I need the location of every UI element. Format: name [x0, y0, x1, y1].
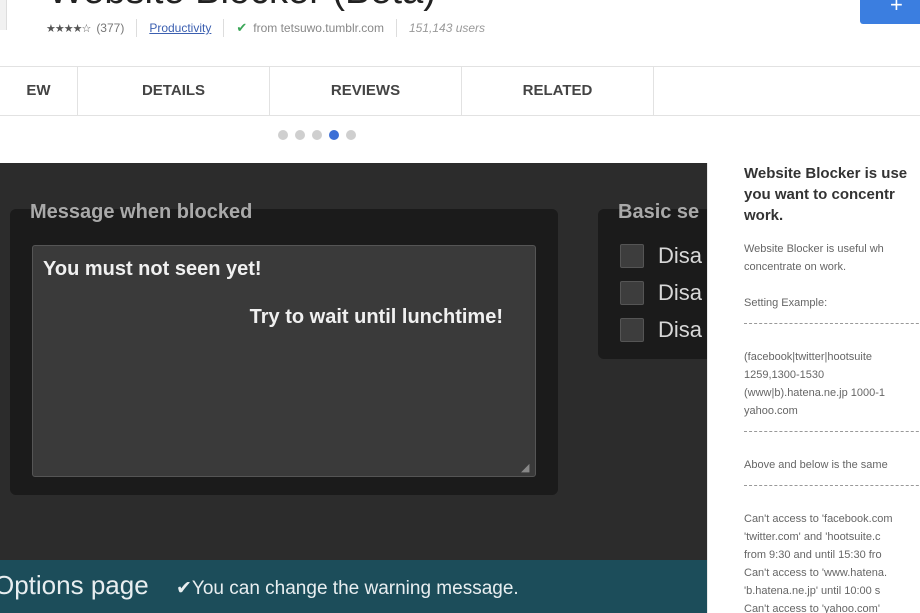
option-label: Disa — [658, 243, 703, 268]
dashed-divider — [744, 485, 920, 486]
header: Website Blocker (Beta) ★★★★☆ (377) Produ… — [0, 0, 920, 66]
extension-screenshot: Message when blocked You must not seen y… — [0, 163, 707, 613]
caption-message: ✔You can change the warning message. — [176, 578, 519, 599]
extension-meta: ★★★★☆ (377) Productivity ✔ from tetsuwo.… — [46, 19, 485, 37]
carousel-dot[interactable] — [278, 130, 288, 140]
meta-divider — [395, 19, 397, 37]
example-line: (www|b).hatena.ne.jp 1000-1 — [744, 387, 886, 399]
description-heading: work. — [744, 207, 784, 224]
rating-stars: ★★★★☆ — [46, 22, 91, 35]
verified-check-icon: ✔ — [236, 20, 248, 35]
caption-bar: Options page ✔You can change the warning… — [0, 560, 707, 613]
message-label: Message when blocked — [30, 201, 253, 223]
carousel-dot-active[interactable] — [329, 130, 339, 140]
description-sidebar: Website Blocker is use you want to conce… — [707, 163, 920, 613]
example-line: (facebook|twitter|hootsuite — [744, 351, 873, 363]
tab-bar: EW DETAILS REVIEWS RELATED — [0, 66, 920, 116]
tab-details[interactable]: DETAILS — [78, 67, 270, 115]
message-textarea: You must not seen yet! Try to wait until… — [32, 245, 536, 477]
carousel-dot[interactable] — [312, 130, 322, 140]
checkbox — [620, 318, 644, 342]
tab-overview[interactable]: EW — [0, 67, 78, 115]
message-line: Try to wait until lunchtime! — [249, 306, 503, 328]
checkbox — [620, 281, 644, 305]
access-line: Can't access to 'www.hatena. — [744, 567, 887, 579]
access-line: Can't access to 'yahoo.com' — [744, 603, 880, 613]
message-line: You must not seen yet! — [43, 258, 262, 280]
rating-count: (377) — [96, 21, 125, 35]
category-link[interactable]: Productivity — [149, 21, 211, 35]
option-row: Disa — [620, 241, 702, 271]
description-text: Website Blocker is useful wh — [744, 243, 884, 255]
tab-reviews[interactable]: REVIEWS — [270, 67, 462, 115]
dashed-divider — [744, 323, 920, 324]
access-line: 'b.hatena.ne.jp' until 10:00 s — [744, 585, 881, 597]
same-note: Above and below is the same — [744, 459, 888, 471]
add-to-chrome-button[interactable]: + — [860, 0, 920, 24]
option-row: Disa — [620, 315, 702, 345]
caption-title: Options page — [0, 570, 149, 600]
window-edge — [0, 0, 7, 30]
description-heading: you want to concentr — [744, 186, 895, 203]
source-domain: from tetsuwo.tumblr.com — [253, 21, 384, 35]
option-label: Disa — [658, 317, 703, 342]
dashed-divider — [744, 431, 920, 432]
access-line: Can't access to 'facebook.com — [744, 513, 893, 525]
access-line: from 9:30 and until 15:30 fro — [744, 549, 882, 561]
meta-divider — [223, 19, 225, 37]
description-heading: Website Blocker is use — [744, 165, 908, 182]
example-line: yahoo.com — [744, 405, 798, 417]
carousel-dots — [278, 130, 356, 140]
description-text: concentrate on work. — [744, 261, 847, 273]
access-line: 'twitter.com' and 'hootsuite.c — [744, 531, 881, 543]
basic-settings-label: Basic se — [618, 201, 700, 223]
resize-handle-icon: ◢ — [521, 462, 530, 474]
checkbox — [620, 244, 644, 268]
meta-divider — [136, 19, 138, 37]
tab-related[interactable]: RELATED — [462, 67, 654, 115]
carousel-dot[interactable] — [346, 130, 356, 140]
option-label: Disa — [658, 280, 703, 305]
user-count: 151,143 users — [408, 21, 486, 35]
extension-title: Website Blocker (Beta) — [48, 0, 436, 13]
example-line: 1259,1300-1530 — [744, 369, 825, 381]
option-row: Disa — [620, 278, 702, 308]
setting-example-label: Setting Example: — [744, 297, 828, 309]
carousel-dot[interactable] — [295, 130, 305, 140]
